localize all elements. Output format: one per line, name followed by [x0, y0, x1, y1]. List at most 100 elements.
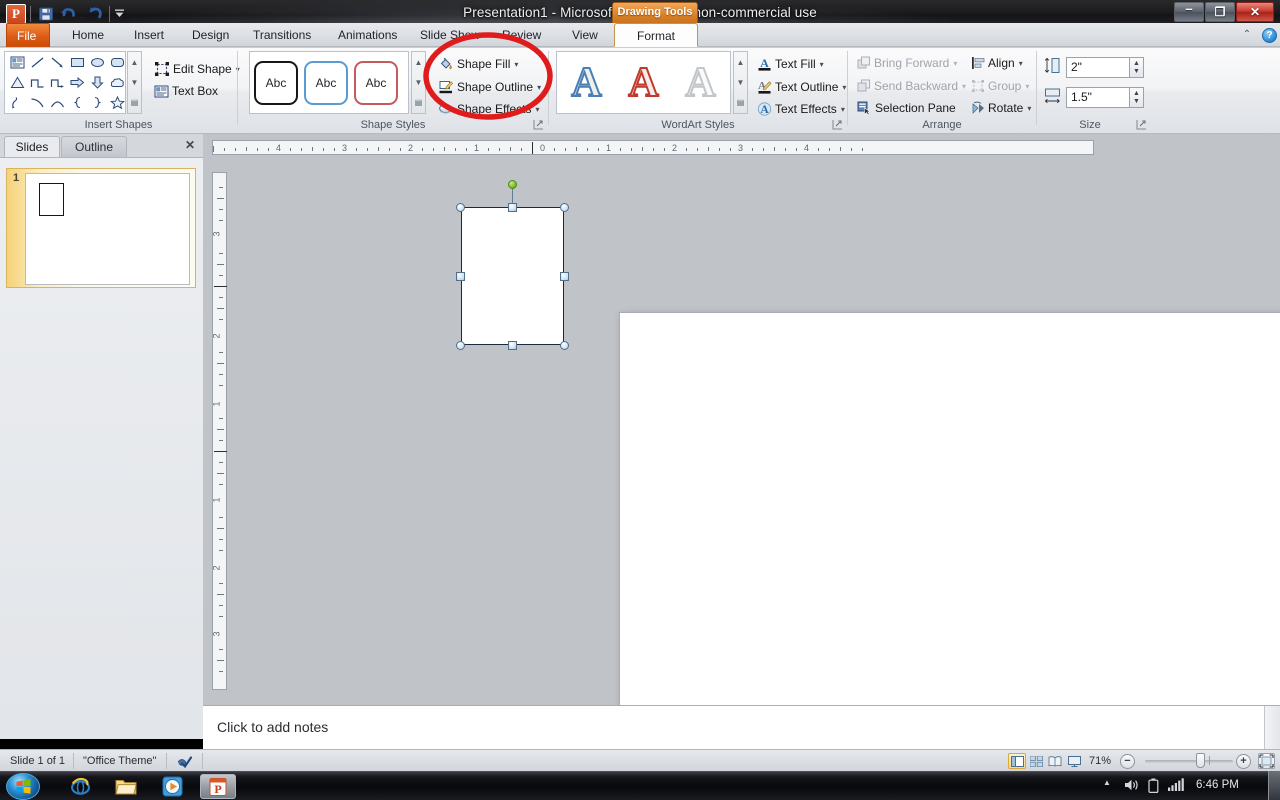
- wordart-thumb-2[interactable]: A: [618, 59, 669, 107]
- slide-thumbnail-preview[interactable]: [25, 173, 190, 285]
- shape-style-thumb-3[interactable]: Abc: [354, 60, 398, 105]
- text-effects-caret-icon[interactable]: ▾: [841, 105, 845, 114]
- spell-check-icon[interactable]: [176, 753, 193, 772]
- down-arrow-shape-icon[interactable]: [87, 73, 107, 92]
- text-fill-caret-icon[interactable]: ▾: [820, 60, 824, 69]
- internet-explorer-icon[interactable]: [62, 774, 98, 799]
- shapes-scroll-up-icon[interactable]: ▲: [128, 52, 141, 72]
- shape-outline-button[interactable]: Shape Outline ▾: [434, 77, 545, 97]
- tab-home[interactable]: Home: [62, 23, 114, 47]
- horizontal-ruler[interactable]: 4 3 2 1 0 1 2 3 4: [212, 140, 1094, 155]
- notes-scrollbar[interactable]: [1264, 706, 1280, 749]
- group-caret-icon[interactable]: ▾: [1025, 82, 1029, 91]
- shape-style-thumb-2[interactable]: Abc: [304, 60, 348, 105]
- rotate-caret-icon[interactable]: ▾: [1027, 104, 1031, 113]
- rounded-rectangle-shape-icon[interactable]: [107, 53, 127, 72]
- system-clock[interactable]: 6:46 PM: [1196, 779, 1239, 791]
- tab-format[interactable]: Format: [614, 23, 698, 47]
- handle-edge-s[interactable]: [508, 341, 517, 350]
- handle-corner-ne[interactable]: [560, 203, 569, 212]
- text-outline-button[interactable]: A Text Outline ▾: [753, 77, 850, 97]
- selected-rectangle-shape[interactable]: [461, 207, 564, 345]
- line-arrow-shape-icon[interactable]: [47, 53, 67, 72]
- tab-slide-show[interactable]: Slide Show: [410, 23, 490, 47]
- close-pane-icon[interactable]: ✕: [183, 139, 197, 153]
- notes-pane[interactable]: Click to add notes: [203, 705, 1280, 749]
- slide-sorter-view-button[interactable]: [1027, 753, 1045, 769]
- show-desktop-button[interactable]: [1268, 771, 1280, 800]
- wordart-thumb-1[interactable]: A: [561, 59, 612, 107]
- shape-effects-button[interactable]: Shape Effects ▾: [434, 99, 544, 119]
- align-caret-icon[interactable]: ▾: [1019, 59, 1023, 68]
- handle-edge-n[interactable]: [508, 203, 517, 212]
- tab-view[interactable]: View: [562, 23, 608, 47]
- rotate-button[interactable]: Rotate ▾: [967, 99, 1035, 117]
- align-button[interactable]: Align ▾: [967, 54, 1027, 72]
- handle-corner-nw[interactable]: [456, 203, 465, 212]
- send-backward-button[interactable]: Send Backward ▾: [853, 77, 970, 95]
- text-fill-button[interactable]: A Text Fill ▾: [753, 54, 828, 74]
- slide-show-view-button[interactable]: [1065, 753, 1083, 769]
- volume-icon[interactable]: [1124, 778, 1139, 792]
- rectangle-shape-icon[interactable]: [67, 53, 87, 72]
- tab-insert[interactable]: Insert: [124, 23, 174, 47]
- shape-width-input[interactable]: 1.5": [1066, 87, 1130, 108]
- fit-slide-to-window-button[interactable]: [1258, 753, 1275, 769]
- shapes-gallery-scroll[interactable]: ▲ ▼ ▤: [127, 51, 142, 114]
- tab-design[interactable]: Design: [182, 23, 239, 47]
- wordart-styles-scroll[interactable]: ▲ ▼ ▤: [733, 51, 748, 114]
- tab-file[interactable]: File: [6, 23, 50, 47]
- tab-outline[interactable]: Outline: [61, 136, 127, 157]
- show-hidden-icons-chevron[interactable]: ▲: [1103, 778, 1111, 787]
- text-box-button[interactable]: Text Box: [150, 82, 222, 100]
- bring-forward-caret-icon[interactable]: ▾: [953, 59, 957, 68]
- triangle-shape-icon[interactable]: [7, 73, 27, 92]
- shape-fill-button[interactable]: Shape Fill ▾: [434, 54, 522, 74]
- shape-styles-scroll[interactable]: ▲ ▼ ▤: [411, 51, 426, 114]
- handle-edge-e[interactable]: [560, 272, 569, 281]
- shapes-scroll-down-icon[interactable]: ▼: [128, 72, 141, 92]
- shape-height-input[interactable]: 2": [1066, 57, 1130, 78]
- bring-forward-button[interactable]: Bring Forward ▾: [853, 54, 961, 72]
- shape-height-stepper[interactable]: ▲ ▼: [1130, 57, 1144, 78]
- shapes-more-icon[interactable]: ▤: [128, 92, 141, 112]
- vertical-ruler[interactable]: 3 2 1 1 2 3: [212, 172, 227, 690]
- handle-edge-w[interactable]: [456, 272, 465, 281]
- minimize-button[interactable]: –: [1174, 2, 1204, 22]
- right-brace-shape-icon[interactable]: [87, 93, 107, 112]
- help-icon[interactable]: ?: [1262, 28, 1277, 43]
- tab-slides[interactable]: Slides: [4, 136, 60, 157]
- handle-corner-se[interactable]: [560, 341, 569, 350]
- close-button[interactable]: ✕: [1236, 2, 1274, 22]
- left-brace-shape-icon[interactable]: [67, 93, 87, 112]
- network-signal-icon[interactable]: [1168, 778, 1184, 791]
- shape-fill-caret-icon[interactable]: ▾: [514, 60, 518, 69]
- selection-pane-button[interactable]: Selection Pane: [853, 99, 960, 117]
- handle-corner-sw[interactable]: [456, 341, 465, 350]
- windows-explorer-icon[interactable]: [108, 774, 144, 799]
- oval-shape-icon[interactable]: [87, 53, 107, 72]
- rotation-handle[interactable]: [508, 180, 517, 189]
- tab-animations[interactable]: Animations: [328, 23, 407, 47]
- arc-shape-icon[interactable]: [47, 93, 67, 112]
- zoom-slider-thumb[interactable]: [1196, 753, 1205, 768]
- theme-name[interactable]: "Office Theme": [83, 754, 156, 768]
- zoom-percentage[interactable]: 71%: [1089, 754, 1111, 768]
- notes-placeholder[interactable]: Click to add notes: [217, 719, 328, 735]
- normal-view-button[interactable]: [1008, 753, 1026, 769]
- edit-shape-button[interactable]: Edit Shape ▾: [150, 59, 244, 79]
- star-shape-icon[interactable]: [107, 93, 127, 112]
- minimize-ribbon-icon[interactable]: ⌃: [1240, 30, 1254, 42]
- powerpoint-taskbar-icon[interactable]: P: [200, 774, 236, 799]
- maximize-button[interactable]: ❐: [1205, 2, 1235, 22]
- shape-effects-caret-icon[interactable]: ▾: [536, 105, 540, 114]
- line-shape-icon[interactable]: [27, 53, 47, 72]
- media-player-icon[interactable]: [154, 774, 190, 799]
- freeform-shape-icon[interactable]: [7, 93, 27, 112]
- wordart-styles-gallery[interactable]: A A A: [556, 51, 731, 114]
- send-backward-caret-icon[interactable]: ▾: [962, 82, 966, 91]
- zoom-in-button[interactable]: +: [1236, 754, 1251, 769]
- reading-view-button[interactable]: [1046, 753, 1064, 769]
- tab-transitions[interactable]: Transitions: [243, 23, 321, 47]
- textbox-shape-icon[interactable]: [7, 53, 27, 72]
